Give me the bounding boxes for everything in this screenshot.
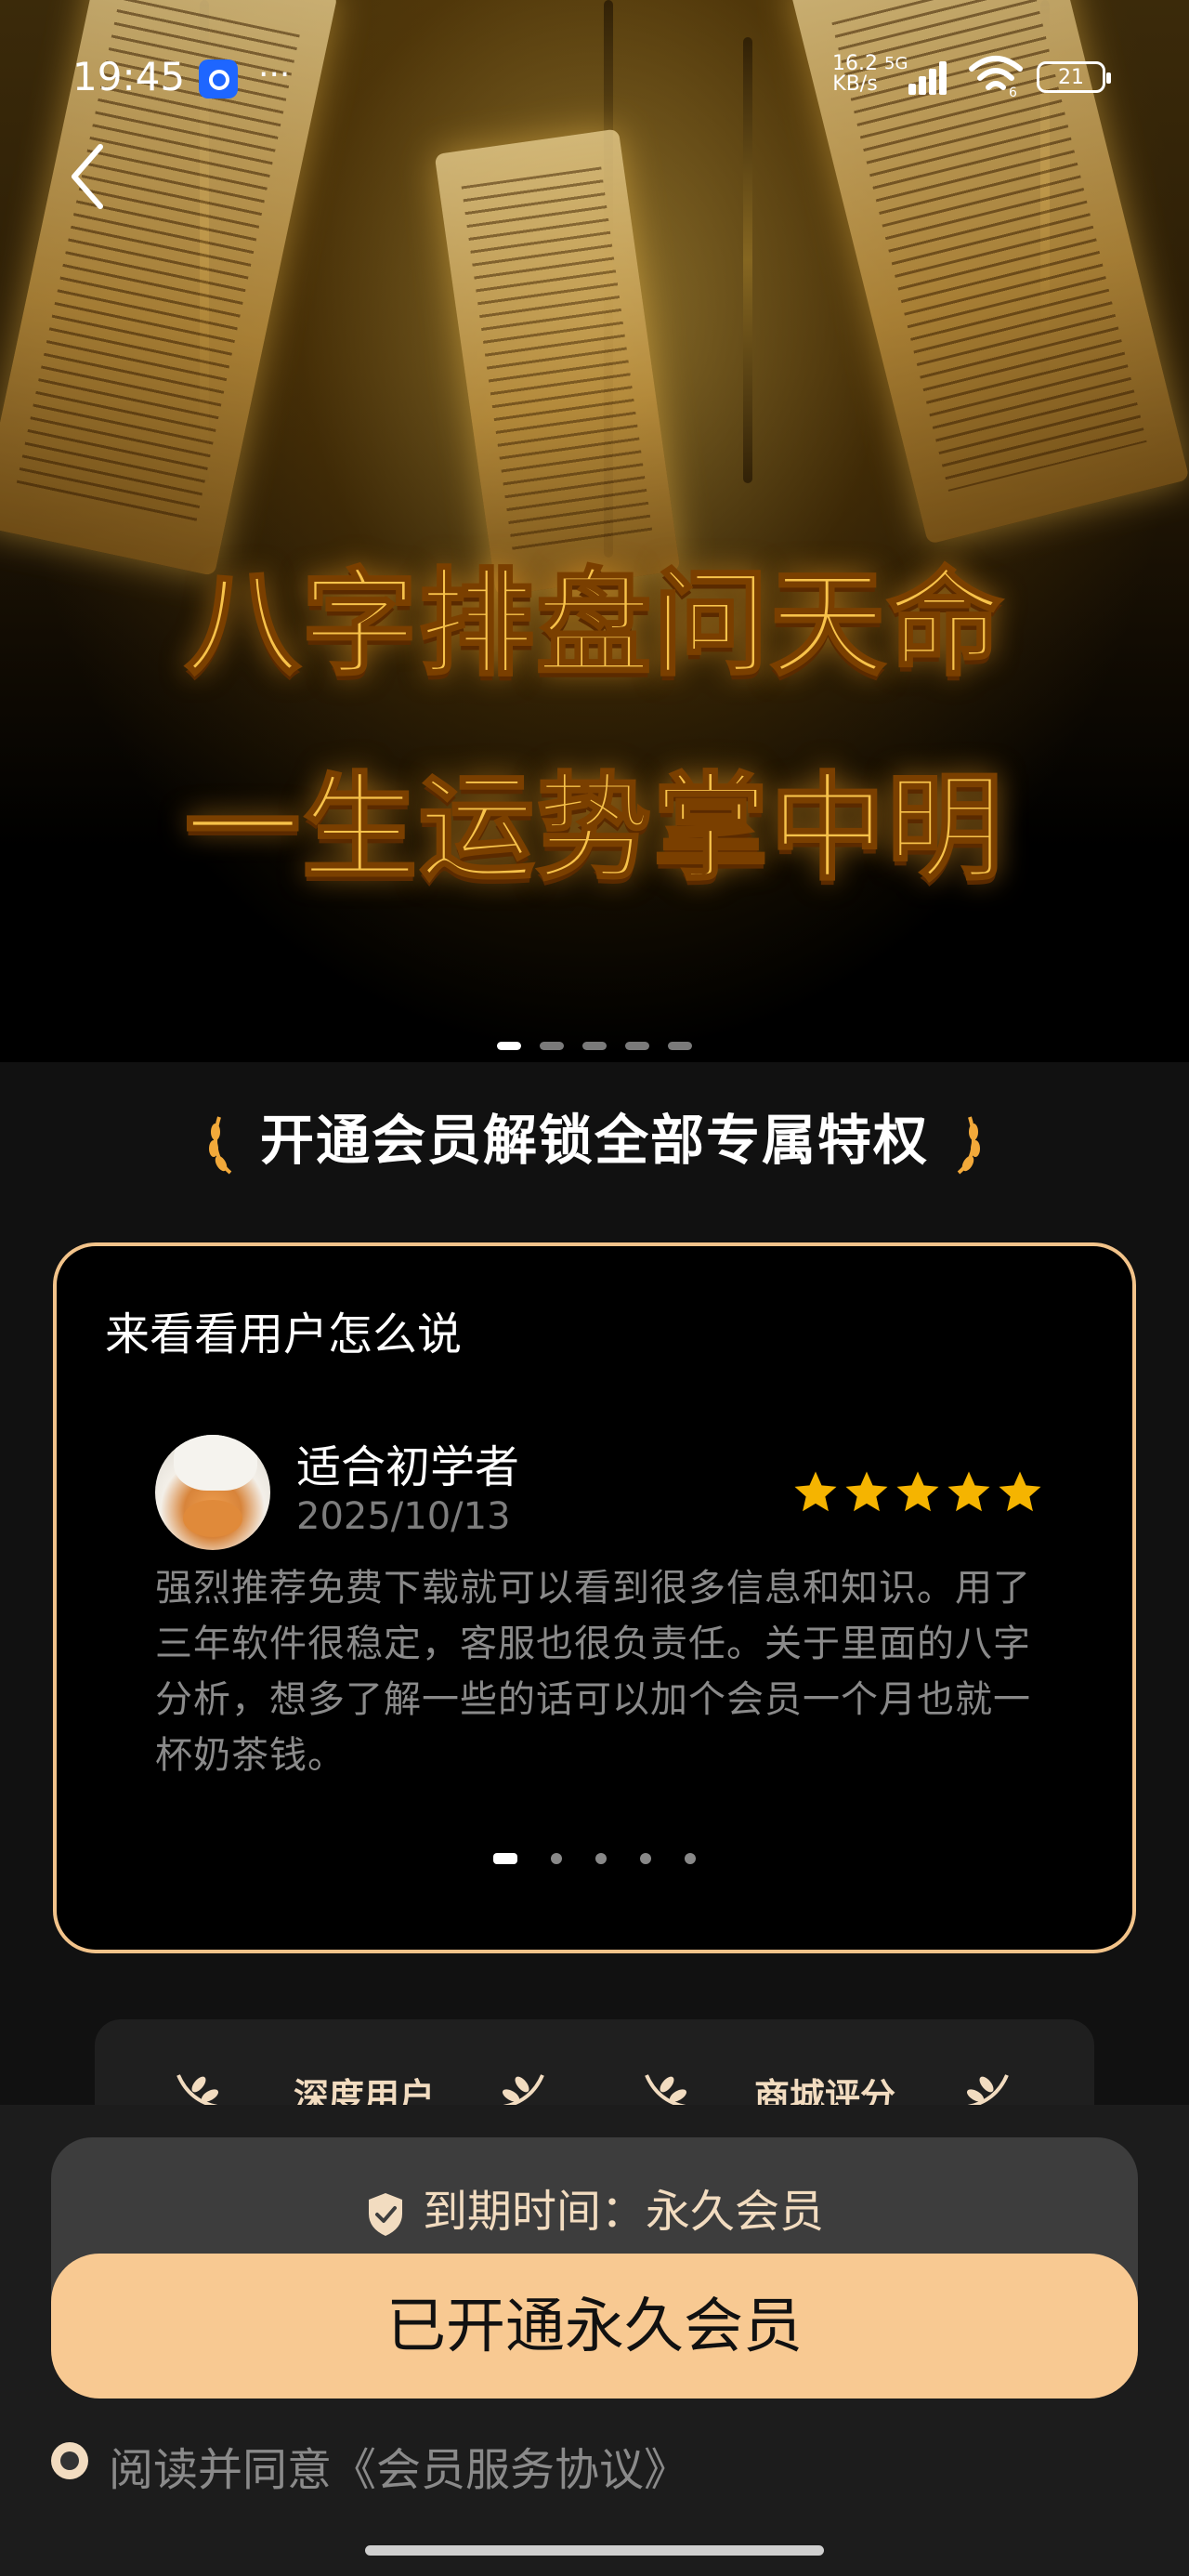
laurel-left-icon: [208, 1116, 232, 1175]
agreement-text[interactable]: 阅读并同意《会员服务协议》: [109, 2433, 688, 2498]
page-dot[interactable]: [685, 1853, 696, 1864]
page-dot[interactable]: [625, 1042, 649, 1050]
network-type: 5G: [884, 54, 908, 73]
testimonial-pagination: [57, 1850, 1132, 1868]
status-bar: 19:45 ··· 16.2 KB/s 5G 6 21: [0, 45, 1189, 112]
hero-title-line2: 一生运势掌中明: [183, 760, 1004, 898]
star-icon: [999, 1471, 1041, 1512]
reviewer-name: 适合初学者: [296, 1441, 520, 1493]
home-indicator[interactable]: [365, 2545, 824, 2556]
agreement-radio[interactable]: [51, 2442, 88, 2479]
back-icon[interactable]: [61, 139, 117, 214]
wifi-level: 6: [1009, 85, 1017, 99]
page-dot[interactable]: [493, 1853, 517, 1864]
hero-banner[interactable]: 八字排盘问天命 一生运势掌中明: [0, 0, 1189, 1062]
page-dot[interactable]: [640, 1853, 651, 1864]
scroll-illustration: [434, 128, 681, 597]
page-dot[interactable]: [582, 1042, 607, 1050]
status-time: 19:45: [72, 54, 186, 99]
app-notification-icon: [199, 59, 238, 99]
star-icon: [947, 1471, 990, 1512]
battery-icon: 21: [1037, 61, 1111, 93]
page-dot[interactable]: [540, 1042, 564, 1050]
membership-activated-button[interactable]: 已开通永久会员: [51, 2254, 1138, 2399]
page-dot[interactable]: [497, 1042, 521, 1050]
avatar: [155, 1435, 270, 1550]
network-speed: 16.2 KB/s 5G: [832, 52, 908, 96]
shield-check-icon: [368, 2193, 402, 2236]
net-speed-value: 16.2: [832, 52, 878, 75]
star-icon: [794, 1471, 837, 1512]
review-date: 2025/10/13: [296, 1495, 511, 1538]
page-dot[interactable]: [595, 1853, 607, 1864]
hero-pagination: [0, 1036, 1189, 1050]
page-dot[interactable]: [668, 1042, 692, 1050]
privilege-header: 开通会员解锁全部专属特权: [0, 1097, 1189, 1176]
hero-title-line1: 八字排盘问天命: [183, 556, 1004, 693]
more-notifications-icon: ···: [258, 56, 291, 94]
signal-icon: [908, 54, 955, 95]
testimonial-title: 来看看用户怎么说: [105, 1308, 463, 1360]
expiry-text: 到期时间：永久会员: [422, 2186, 824, 2238]
testimonial-card[interactable]: 来看看用户怎么说 适合初学者 2025/10/13 强烈推荐免费下载就可以看到很…: [53, 1242, 1136, 1953]
review-text: 强烈推荐免费下载就可以看到很多信息和知识。用了三年软件很稳定，客服也很负责任。关…: [155, 1567, 1031, 1777]
laurel-right-icon: [957, 1116, 981, 1175]
net-speed-unit: KB/s: [832, 72, 878, 96]
star-icon: [845, 1471, 888, 1512]
page-dot[interactable]: [551, 1853, 562, 1864]
privilege-title: 开通会员解锁全部专属特权: [259, 1109, 929, 1172]
wifi-icon: 6: [969, 56, 1023, 99]
rating-stars: [790, 1467, 1046, 1519]
star-icon: [896, 1471, 939, 1512]
battery-level: 21: [1058, 66, 1084, 89]
